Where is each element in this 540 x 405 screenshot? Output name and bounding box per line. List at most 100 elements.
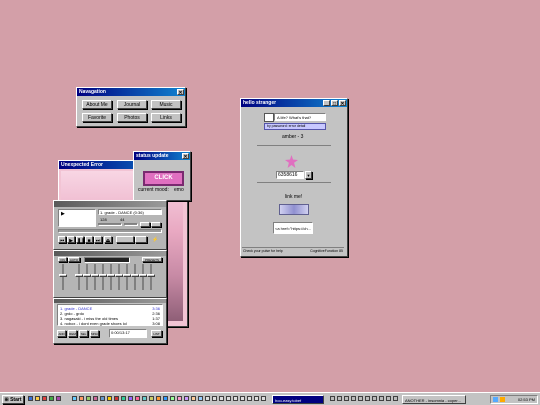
eq-band-6[interactable] (115, 264, 123, 290)
taskbar-icon[interactable] (240, 396, 245, 401)
taskbar-icon[interactable] (351, 396, 356, 401)
taskbar-icon[interactable] (100, 396, 105, 401)
eq-band-10[interactable] (147, 264, 155, 290)
counter-dropdown-button[interactable]: ▼ (305, 171, 312, 179)
maximize-icon[interactable]: □ (331, 100, 338, 107)
player-titlebar[interactable] (54, 201, 166, 207)
taskbar-icon[interactable] (79, 396, 84, 401)
playlist-sel-button[interactable]: SEL (79, 330, 88, 337)
click-button[interactable]: CLICK (143, 171, 184, 186)
taskbar-icon[interactable] (93, 396, 98, 401)
taskbar-icon[interactable] (247, 396, 252, 401)
pause-button[interactable]: ❚❚ (76, 236, 85, 244)
taskbar-task[interactable]: ANOTHER - insomnia - coper... (402, 395, 466, 404)
balance-slider[interactable] (124, 223, 138, 226)
close-icon[interactable]: ✕ (177, 89, 184, 96)
pl-toggle-button[interactable] (151, 222, 161, 227)
eq-on-button[interactable]: ON (58, 257, 67, 262)
taskbar-icon[interactable] (330, 396, 335, 401)
taskbar-icon[interactable] (86, 396, 91, 401)
taskbar-icon[interactable] (163, 396, 168, 401)
eq-band-4[interactable] (99, 264, 107, 290)
playlist-list-button[interactable]: LIST (151, 330, 162, 337)
taskbar-icon[interactable] (393, 396, 398, 401)
close-icon[interactable]: ✕ (339, 100, 346, 107)
seek-bar[interactable] (58, 229, 162, 233)
eq-band-3[interactable] (91, 264, 99, 290)
next-button[interactable]: ⏭ (94, 236, 102, 244)
taskbar-task[interactable]: hoo-easy.tobef (272, 395, 324, 404)
taskbar-icon[interactable] (198, 396, 203, 401)
taskbar-icon[interactable] (358, 396, 363, 401)
quicklaunch-ie-icon[interactable] (28, 396, 33, 401)
taskbar-icon[interactable] (149, 396, 154, 401)
repeat-button[interactable] (135, 236, 147, 243)
taskbar-icon[interactable] (386, 396, 391, 401)
taskbar-icon[interactable] (226, 396, 231, 401)
nav-about-button[interactable]: About Me (82, 100, 112, 109)
taskbar-icon[interactable] (261, 396, 266, 401)
minimize-icon[interactable]: _ (323, 100, 330, 107)
list-item[interactable]: 4. nobox - i dont even grade shoes lol 3:… (60, 321, 160, 326)
eq-band-5[interactable] (107, 264, 115, 290)
taskbar-icon[interactable] (142, 396, 147, 401)
status-titlebar[interactable]: status update ✕ (134, 152, 190, 160)
eq-presets-button[interactable]: PRESETS (142, 257, 162, 262)
playlist-rem-button[interactable]: REM (68, 330, 77, 337)
taskbar-icon[interactable] (191, 396, 196, 401)
tray-volume-icon[interactable] (500, 397, 505, 402)
nav-photos-button[interactable]: Photos (117, 113, 147, 122)
eq-band-8[interactable] (131, 264, 139, 290)
eq-band-1[interactable] (75, 264, 83, 290)
nav-journal-button[interactable]: Journal (117, 100, 147, 109)
taskbar-icon[interactable] (219, 396, 224, 401)
taskbar-icon[interactable] (205, 396, 210, 401)
playlist-add-button[interactable]: ADD (57, 330, 66, 337)
preamp-slider[interactable] (59, 264, 67, 290)
taskbar-icon[interactable] (72, 396, 77, 401)
quicklaunch-media-icon[interactable] (56, 396, 61, 401)
eject-button[interactable]: ⏏ (104, 236, 112, 244)
taskbar-icon[interactable] (107, 396, 112, 401)
taskbar-icon[interactable] (114, 396, 119, 401)
start-button[interactable]: ⊞ Start (2, 395, 24, 404)
stop-button[interactable]: ■ (85, 236, 93, 244)
taskbar-icon[interactable] (212, 396, 217, 401)
shuffle-button[interactable] (116, 236, 134, 243)
prev-button[interactable]: ⏮ (58, 236, 66, 244)
playlist-misc-button[interactable]: MISC (90, 330, 99, 337)
taskbar-icon[interactable] (156, 396, 161, 401)
taskbar-icon[interactable] (177, 396, 182, 401)
eq-band-9[interactable] (139, 264, 147, 290)
nav-favorite-button[interactable]: Favorite (82, 113, 112, 122)
eq-band-2[interactable] (83, 264, 91, 290)
tray-network-icon[interactable] (493, 397, 498, 402)
taskbar-icon[interactable] (170, 396, 175, 401)
link-banner-icon[interactable] (279, 204, 309, 215)
play-button[interactable]: ▶ (67, 236, 75, 244)
eq-auto-button[interactable]: AUTO (68, 257, 80, 262)
eq-titlebar[interactable] (54, 251, 166, 256)
taskbar-icon[interactable] (344, 396, 349, 401)
taskbar-icon[interactable] (128, 396, 133, 401)
nav-links-button[interactable]: Links (151, 113, 181, 122)
taskbar-icon[interactable] (233, 396, 238, 401)
hello-titlebar[interactable]: hello stranger _ □ ✕ (241, 99, 347, 107)
volume-slider[interactable] (98, 223, 122, 226)
quicklaunch-folder-icon[interactable] (49, 396, 54, 401)
playlist-titlebar[interactable] (54, 299, 166, 303)
close-icon[interactable]: ✕ (182, 153, 189, 160)
quicklaunch-desktop-icon[interactable] (35, 396, 40, 401)
taskbar-icon[interactable] (365, 396, 370, 401)
taskbar-icon[interactable] (337, 396, 342, 401)
taskbar-icon[interactable] (121, 396, 126, 401)
taskbar-icon[interactable] (135, 396, 140, 401)
eq-band-7[interactable] (123, 264, 131, 290)
quicklaunch-mail-icon[interactable] (42, 396, 47, 401)
navigation-titlebar[interactable]: Navagation ✕ (77, 88, 185, 96)
eq-toggle-button[interactable] (140, 222, 150, 227)
taskbar-icon[interactable] (379, 396, 384, 401)
taskbar-icon[interactable] (372, 396, 377, 401)
taskbar-icon[interactable] (254, 396, 259, 401)
link-code-box[interactable]: <a href="https://ch... (273, 222, 313, 234)
